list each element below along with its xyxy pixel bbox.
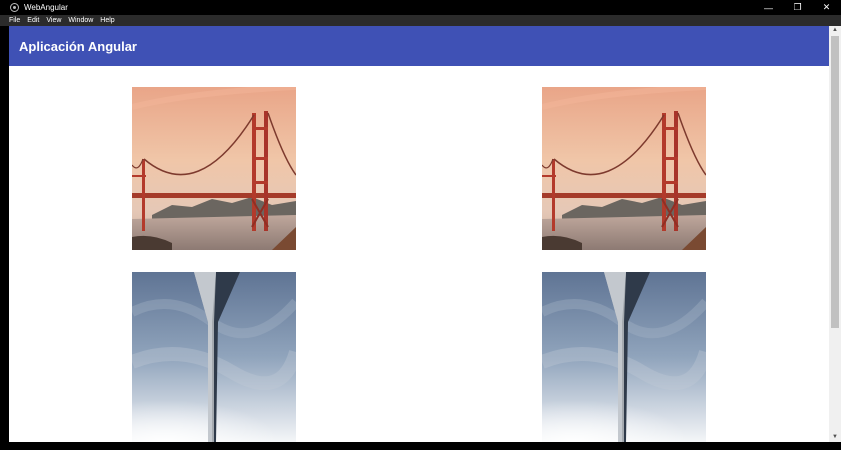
- window-title: WebAngular: [24, 3, 68, 12]
- minimize-button[interactable]: —: [754, 0, 783, 15]
- app-content: Aplicación Angular: [9, 26, 829, 442]
- menu-view[interactable]: View: [46, 17, 61, 24]
- vertical-scrollbar[interactable]: ▲ ▼: [829, 26, 841, 442]
- menu-edit[interactable]: Edit: [27, 17, 39, 24]
- menu-file[interactable]: File: [9, 17, 20, 24]
- window-bottom-frame: [0, 442, 841, 450]
- gallery-image-tower: [542, 272, 706, 442]
- menu-help[interactable]: Help: [100, 17, 114, 24]
- scroll-up-arrow-icon[interactable]: ▲: [829, 26, 841, 35]
- app-toolbar: Aplicación Angular: [9, 26, 829, 66]
- restore-button[interactable]: ❐: [783, 0, 812, 15]
- menu-window[interactable]: Window: [68, 17, 93, 24]
- gallery-image-bridge: [542, 87, 706, 250]
- scroll-thumb[interactable]: [831, 36, 839, 328]
- scroll-down-arrow-icon[interactable]: ▼: [829, 433, 841, 442]
- menu-bar: File Edit View Window Help: [0, 15, 841, 26]
- close-button[interactable]: ✕: [812, 0, 841, 15]
- gallery-image-bridge: [132, 87, 296, 250]
- electron-icon: [10, 3, 19, 12]
- window-titlebar: WebAngular — ❐ ✕: [0, 0, 841, 15]
- gallery-image-tower: [132, 272, 296, 442]
- toolbar-title: Aplicación Angular: [19, 38, 137, 54]
